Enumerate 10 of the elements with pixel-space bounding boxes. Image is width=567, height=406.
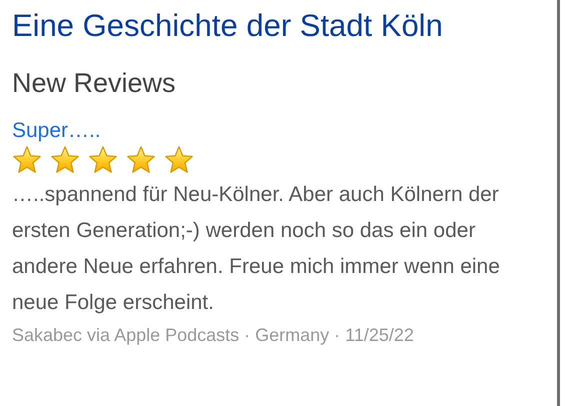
star-icon bbox=[126, 145, 156, 175]
section-title: New Reviews bbox=[12, 67, 177, 100]
review-title: Super….. bbox=[12, 118, 101, 144]
review-meta: Sakabec via Apple Podcasts · Germany · 11/25/22 bbox=[12, 324, 414, 347]
page-title[interactable]: Eine Geschichte der Stadt Köln bbox=[12, 6, 547, 46]
star-icon bbox=[88, 145, 118, 175]
review-text: …..spannend für Neu-Kölner. Aber auch Kölnern der ersten Generation;-) werden noch so das ein oder andere Neue erfahren. Freue mich immer wenn eine neue Folge erscheint. bbox=[12, 182, 501, 316]
star-icon bbox=[12, 145, 42, 175]
star-icon bbox=[164, 145, 194, 175]
star-icon bbox=[50, 145, 80, 175]
